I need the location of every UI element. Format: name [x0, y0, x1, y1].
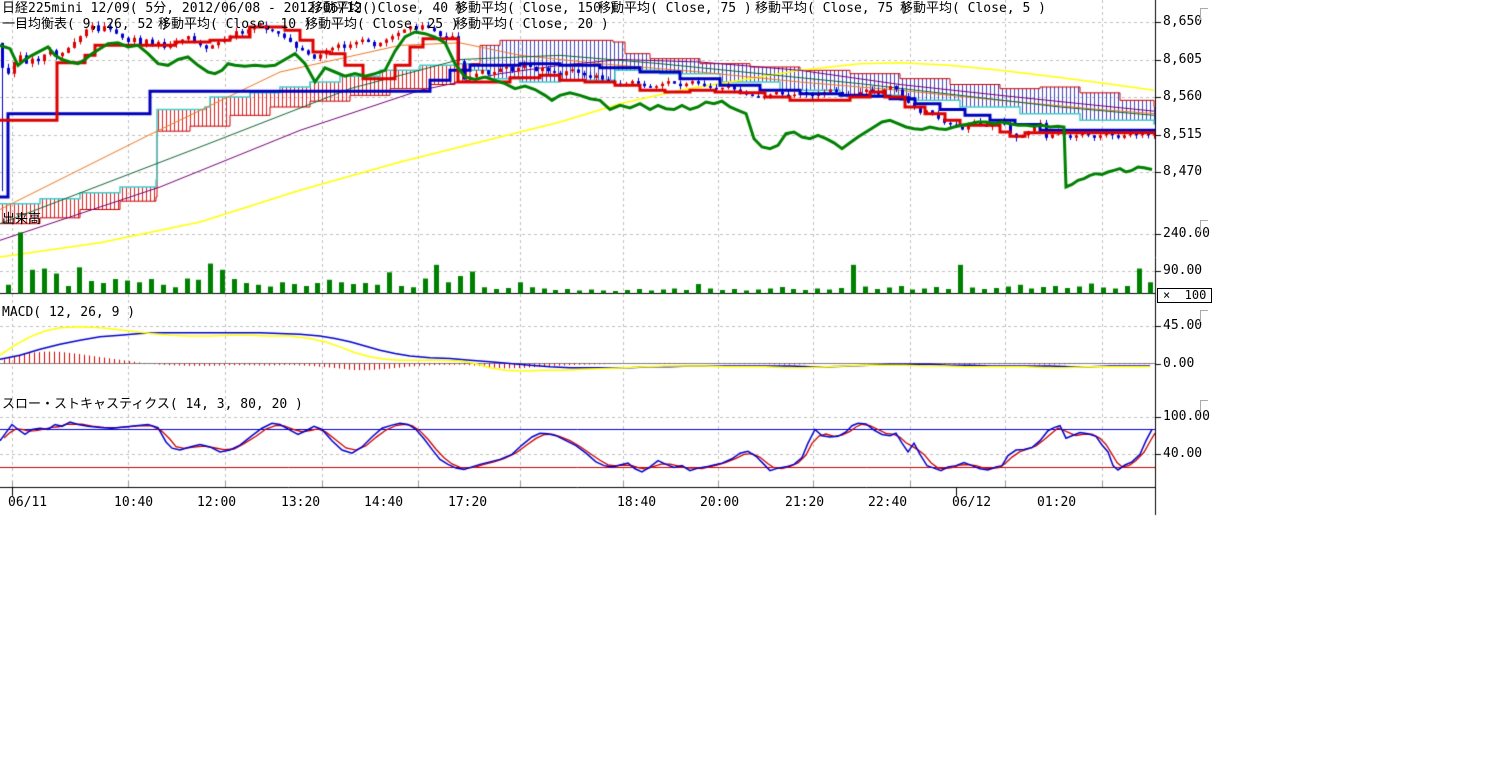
time-axis-label-10: 06/12	[952, 496, 991, 510]
price-axis-label-3: 8,515	[1163, 128, 1202, 142]
panel-corner-bracket-3	[1200, 400, 1208, 412]
legend-item-line2-2: 移動平均( Close, 25 )	[305, 17, 459, 32]
volume-axis-label-1: 90.00	[1163, 264, 1202, 278]
legend-item-line2-1: 移動平均( Close, 10 )	[158, 17, 312, 32]
time-axis-label-2: 12:00	[197, 496, 236, 510]
panel-corner-bracket-1	[1200, 220, 1208, 232]
price-axis-label-0: 8,650	[1163, 15, 1202, 29]
legend-item-line1-2: 移動平均( Close, 150 )	[455, 1, 617, 16]
time-axis-label-6: 18:40	[617, 496, 656, 510]
macd-axis-label-1: 0.00	[1163, 357, 1194, 371]
time-axis-label-0: 06/11	[8, 496, 47, 510]
panel-corner-bracket-2	[1200, 310, 1208, 322]
volume-panel-label: 出来高	[2, 213, 41, 227]
stochastics-panel-label: スロー・ストキャスティクス( 14, 3, 80, 20 )	[2, 398, 303, 412]
legend-item-line2-3: 移動平均( Close, 20 )	[455, 17, 609, 32]
macd-panel-label: MACD( 12, 26, 9 )	[2, 306, 135, 320]
time-axis-label-9: 22:40	[868, 496, 907, 510]
stoch-axis-label-1: 40.00	[1163, 447, 1202, 461]
chart-canvas	[0, 0, 1210, 520]
price-axis-label-4: 8,470	[1163, 165, 1202, 179]
legend-item-line1-3: 移動平均( Close, 75 )	[598, 1, 752, 16]
legend-item-line2-0: 一目均衡表( 9, 26, 52 )	[2, 17, 169, 32]
time-axis-label-7: 20:00	[700, 496, 739, 510]
time-axis-label-4: 14:40	[364, 496, 403, 510]
price-axis-label-1: 8,605	[1163, 53, 1202, 67]
time-axis-label-11: 01:20	[1037, 496, 1076, 510]
time-axis-label-8: 21:20	[785, 496, 824, 510]
time-axis-label-5: 17:20	[448, 496, 487, 510]
chart-window: 出来高 × 100 MACD( 12, 26, 9 ) スロー・ストキャスティク…	[0, 0, 1492, 768]
volume-multiplier-badge: × 100	[1157, 288, 1212, 303]
panel-corner-bracket-0	[1200, 8, 1208, 20]
time-axis-label-3: 13:20	[281, 496, 320, 510]
legend-item-line1-5: 移動平均( Close, 5 )	[900, 1, 1046, 16]
price-axis-label-2: 8,560	[1163, 90, 1202, 104]
legend-item-line1-1: 移動平均( Close, 40 )	[310, 1, 464, 16]
stoch-axis-label-0: 100.00	[1163, 410, 1210, 424]
time-axis-label-1: 10:40	[114, 496, 153, 510]
legend-item-line1-4: 移動平均( Close, 75 )	[755, 1, 909, 16]
macd-axis-label-0: 45.00	[1163, 319, 1202, 333]
